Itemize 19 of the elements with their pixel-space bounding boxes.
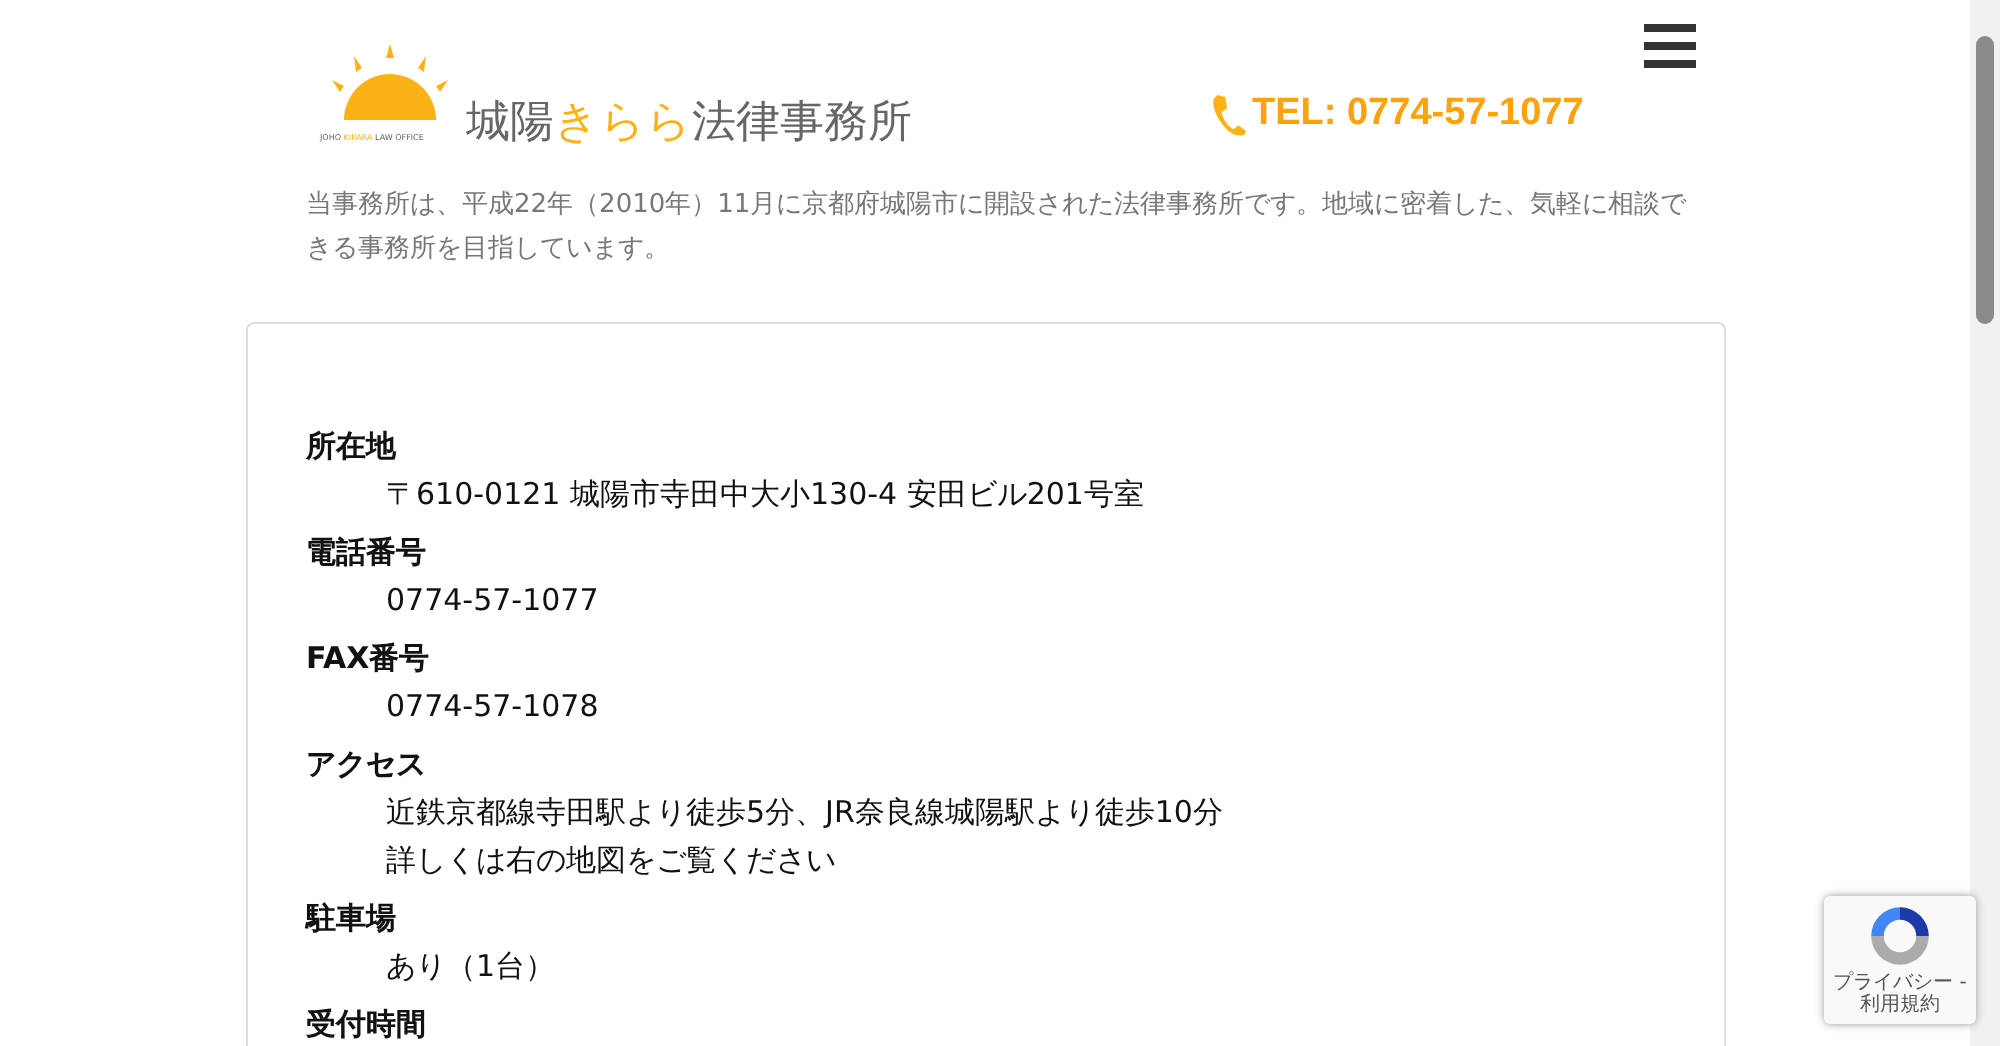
info-value: 詳しくは右の地図をご覧ください [386, 840, 838, 882]
phone-icon [1210, 92, 1248, 136]
info-value: あり（1台） [386, 946, 558, 988]
info-label: 駐車場 [306, 898, 398, 940]
logo-title: 城陽きらら 法律事務所 [466, 96, 912, 152]
info-value: 近鉄京都線寺田駅より徒歩5分、JR奈良線城陽駅より徒歩10分 [386, 792, 1225, 834]
info-value: 0774-57-1077 [386, 580, 601, 622]
info-label: アクセス [306, 744, 428, 786]
intro-text: 当事務所は、平成22年（2010年）11月に京都府城陽市に開設された法律事務所です。地域に密着した、気軽に相談できる事務所を目指しています。 [306, 188, 1689, 268]
menu-icon[interactable] [1644, 24, 1696, 68]
recaptcha-links[interactable]: プライバシー - 利用規約 [1830, 972, 1970, 1016]
scrollbar[interactable] [1970, 0, 2000, 1046]
recaptcha-badge[interactable]: プライバシー - 利用規約 [1824, 896, 1976, 1024]
info-label: 受付時間 [306, 1004, 428, 1046]
info-value: 0774-57-1078 [386, 686, 601, 728]
info-label: 電話番号 [306, 532, 428, 574]
info-label: 所在地 [306, 426, 399, 468]
info-label: FAX番号 [306, 638, 432, 680]
info-value: 〒610-0121 城陽市寺田中大小130-4 安田ビル201号室 [386, 474, 1146, 516]
